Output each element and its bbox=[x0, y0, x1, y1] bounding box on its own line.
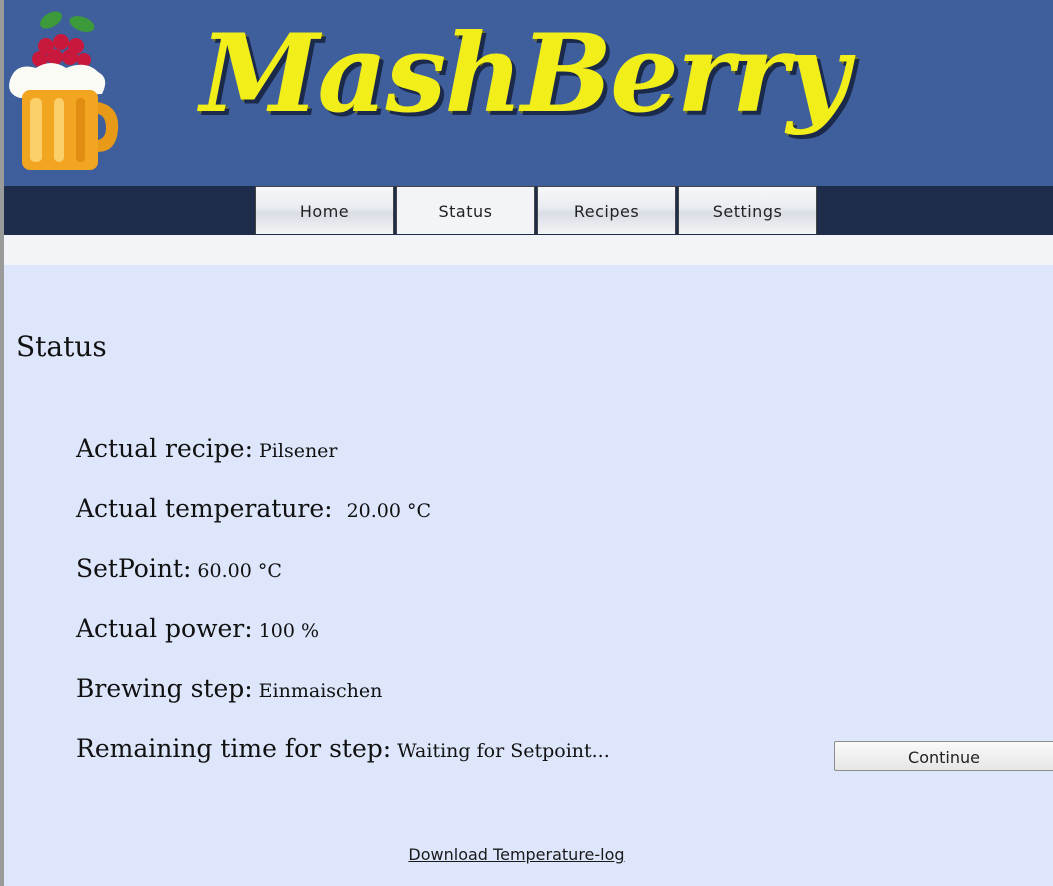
raspberry-beer-mug-icon bbox=[9, 11, 119, 170]
tab-status[interactable]: Status bbox=[396, 186, 535, 234]
page-title: Status bbox=[16, 330, 107, 363]
brewing-step-row: Brewing step: Einmaischen bbox=[76, 674, 382, 703]
remaining-time-row: Remaining time for step: Waiting for Setp… bbox=[76, 734, 610, 763]
brewing-step-value: Einmaischen bbox=[258, 680, 383, 702]
setpoint-label: SetPoint: bbox=[76, 554, 192, 583]
download-temperature-log-link[interactable]: Download Temperature-log bbox=[0, 845, 1033, 864]
tab-recipes[interactable]: Recipes bbox=[537, 186, 676, 234]
power-row: Actual power: 100 % bbox=[76, 614, 319, 643]
remaining-time-value: Waiting for Setpoint... bbox=[397, 740, 610, 762]
setpoint-value: 60.00 °C bbox=[197, 560, 282, 582]
brewing-step-label: Brewing step: bbox=[76, 674, 253, 703]
power-value: 100 % bbox=[258, 620, 320, 642]
window-left-border bbox=[0, 0, 4, 886]
remaining-time-label: Remaining time for step: bbox=[76, 734, 392, 763]
temperature-label: Actual temperature: bbox=[76, 494, 333, 523]
recipe-value: Pilsener bbox=[259, 440, 338, 462]
recipe-row: Actual recipe: Pilsener bbox=[76, 434, 338, 463]
temperature-value: 20.00 °C bbox=[346, 500, 432, 522]
temperature-row: Actual temperature: 20.00 °C bbox=[76, 494, 431, 523]
power-label: Actual power: bbox=[76, 614, 253, 643]
tab-settings[interactable]: Settings bbox=[678, 186, 817, 234]
continue-button[interactable]: Continue bbox=[834, 741, 1053, 771]
recipe-label: Actual recipe: bbox=[76, 434, 254, 463]
download-link-text[interactable]: Download Temperature-log bbox=[408, 845, 624, 864]
tab-home[interactable]: Home bbox=[255, 186, 394, 234]
setpoint-row: SetPoint: 60.00 °C bbox=[76, 554, 282, 583]
site-header: MashBerry bbox=[0, 0, 1053, 186]
sub-nav-strip bbox=[0, 235, 1053, 265]
brand-logo-text: MashBerry bbox=[200, 11, 849, 137]
